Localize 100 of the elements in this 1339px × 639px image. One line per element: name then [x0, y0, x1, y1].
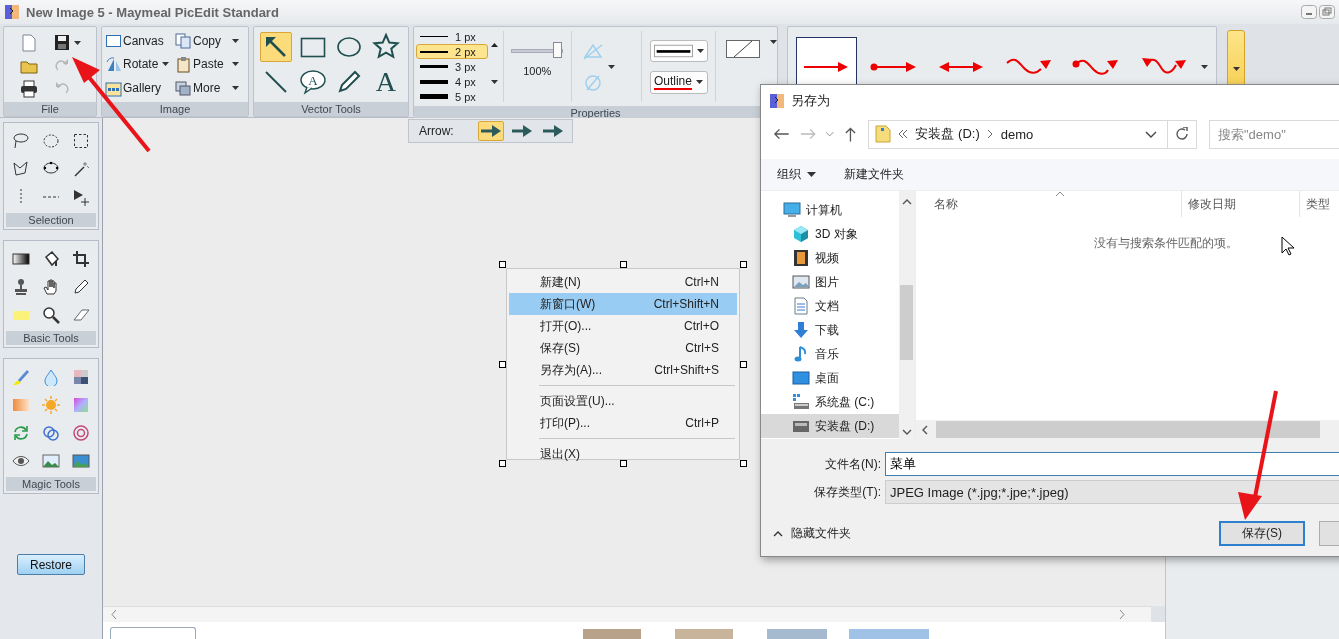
- landscape-icon[interactable]: [42, 452, 60, 470]
- tree-item[interactable]: 文档: [761, 294, 899, 318]
- line-width-option[interactable]: 3 px: [416, 59, 488, 74]
- horizontal-scrollbar[interactable]: [916, 420, 1339, 439]
- tree-item[interactable]: 下载: [761, 318, 899, 342]
- menu-item[interactable]: 打印(P)... Ctrl+P: [509, 412, 737, 434]
- save-button[interactable]: 保存(S): [1219, 521, 1305, 546]
- ribbon-button[interactable]: More: [175, 79, 245, 97]
- resize-handle[interactable]: [620, 460, 627, 467]
- menu-item[interactable]: 退出(X): [509, 443, 737, 465]
- column-header[interactable]: 名称: [916, 191, 1183, 217]
- overlapping-circles-icon[interactable]: [42, 424, 60, 442]
- landscape-icon[interactable]: [72, 452, 90, 470]
- ribbon-button[interactable]: Paste: [175, 56, 245, 73]
- menu-item[interactable]: 页面设置(U)...: [509, 390, 737, 412]
- tree-item[interactable]: 图片: [761, 270, 899, 294]
- magic-wand-icon[interactable]: [72, 160, 90, 178]
- line-width-option[interactable]: 1 px: [416, 29, 488, 44]
- vertical-scrollbar[interactable]: [899, 191, 914, 439]
- scrollbar-thumb[interactable]: [900, 285, 913, 360]
- crop-icon[interactable]: [72, 250, 90, 268]
- address-bar[interactable]: 安装盘 (D:) demo: [868, 119, 1169, 149]
- menu-item[interactable]: 打开(O)... Ctrl+O: [509, 315, 737, 337]
- polygon-lasso-icon[interactable]: [12, 160, 30, 178]
- ribbon-button[interactable]: Copy: [175, 32, 245, 50]
- minimize-icon[interactable]: [1301, 5, 1317, 19]
- resize-handle[interactable]: [620, 261, 627, 268]
- tree-item[interactable]: 计算机: [761, 198, 899, 222]
- refresh-icon[interactable]: [12, 424, 30, 442]
- outline-dropdown[interactable]: Outline: [649, 70, 708, 94]
- menu-item[interactable]: 另存为(A)... Ctrl+Shift+S: [509, 359, 737, 381]
- gradient-icon[interactable]: [12, 250, 30, 268]
- menu-item[interactable]: 新窗口(W) Ctrl+Shift+N: [509, 293, 737, 315]
- color-spectrum-icon[interactable]: [72, 396, 90, 414]
- resize-handle[interactable]: [499, 261, 506, 268]
- tree-item[interactable]: 视频: [761, 246, 899, 270]
- tree-item[interactable]: 3D 对象: [761, 222, 899, 246]
- toolbar-button[interactable]: 新建文件夹: [840, 164, 908, 185]
- eraser-icon[interactable]: [72, 306, 90, 324]
- breadcrumb-item[interactable]: 安装盘 (D:): [915, 125, 980, 143]
- resize-handle[interactable]: [740, 460, 747, 467]
- resize-handle[interactable]: [499, 361, 506, 368]
- column-header[interactable]: 修改日期: [1182, 191, 1301, 217]
- fill-style-icon[interactable]: [726, 40, 760, 58]
- pencil-icon[interactable]: [72, 278, 90, 296]
- file-name-field[interactable]: 菜单: [885, 452, 1339, 476]
- chevron-down-icon[interactable]: [1145, 130, 1158, 138]
- lasso-icon[interactable]: [12, 132, 30, 150]
- up-icon[interactable]: [843, 126, 857, 142]
- line-width-option[interactable]: 2 px: [416, 44, 488, 59]
- arrow-option[interactable]: [477, 121, 505, 141]
- file-type-dropdown[interactable]: JPEG Image (*.jpg;*.jpe;*.jpeg): [885, 480, 1339, 504]
- magnifier-icon[interactable]: [42, 306, 60, 324]
- paint-bucket-icon[interactable]: [42, 250, 60, 268]
- tree-item[interactable]: 桌面: [761, 366, 899, 390]
- scroll-up-icon[interactable]: [901, 199, 912, 205]
- scrollbar-thumb[interactable]: [936, 421, 1320, 438]
- pen-icon[interactable]: [12, 368, 30, 386]
- save-icon[interactable]: [53, 33, 71, 52]
- hand-icon[interactable]: [42, 278, 60, 296]
- mosaic-icon[interactable]: [72, 368, 90, 386]
- breadcrumb-item[interactable]: demo: [1000, 126, 1034, 142]
- ribbon-button[interactable]: Canvas: [105, 32, 175, 50]
- thumbnail-frame[interactable]: [110, 627, 196, 639]
- scroll-right-icon[interactable]: [1119, 610, 1125, 619]
- restore-button[interactable]: Restore: [17, 554, 85, 575]
- resize-handle[interactable]: [499, 460, 506, 467]
- rectangle-select-icon[interactable]: [72, 132, 90, 150]
- menu-item[interactable]: 新建(N) Ctrl+N: [509, 271, 737, 293]
- line-style-dropdown[interactable]: [649, 39, 708, 62]
- horizontal-scrollbar[interactable]: [103, 606, 1151, 622]
- move-pointer-icon[interactable]: [72, 188, 90, 206]
- scroll-down-icon[interactable]: [901, 429, 912, 435]
- resize-handle[interactable]: [740, 261, 747, 268]
- ribbon-button[interactable]: Rotate: [105, 56, 175, 73]
- toolbar-button[interactable]: 组织: [773, 164, 820, 185]
- scroll-left-icon[interactable]: [922, 424, 928, 435]
- slider-thumb[interactable]: [553, 42, 563, 58]
- tree-item[interactable]: 音乐: [761, 342, 899, 366]
- target-icon[interactable]: [72, 424, 90, 442]
- line-width-option[interactable]: 4 px: [416, 74, 488, 89]
- arrow-tool-button[interactable]: [260, 32, 293, 63]
- tree-item[interactable]: 系统盘 (C:): [761, 390, 899, 414]
- ribbon-button[interactable]: Gallery: [105, 79, 175, 97]
- scroll-down-icon[interactable]: [491, 80, 498, 84]
- column-header[interactable]: 类型: [1300, 191, 1339, 217]
- tree-item[interactable]: 安装盘 (D:): [761, 414, 899, 438]
- scroll-left-icon[interactable]: [111, 610, 117, 619]
- restore-icon[interactable]: [1319, 5, 1335, 19]
- line-width-option[interactable]: 5 px: [416, 89, 488, 104]
- hide-folders-button[interactable]: 隐藏文件夹: [773, 525, 851, 542]
- back-icon[interactable]: [773, 127, 790, 141]
- resize-handle[interactable]: [740, 361, 747, 368]
- menu-item[interactable]: 保存(S) Ctrl+S: [509, 337, 737, 359]
- ellipse-select-icon[interactable]: [42, 132, 60, 150]
- refresh-button[interactable]: [1167, 119, 1197, 149]
- scroll-up-icon[interactable]: [491, 43, 498, 47]
- search-field[interactable]: 搜索"demo": [1209, 119, 1339, 149]
- text-tool-button[interactable]: A: [369, 66, 402, 97]
- stamp-icon[interactable]: [12, 278, 30, 296]
